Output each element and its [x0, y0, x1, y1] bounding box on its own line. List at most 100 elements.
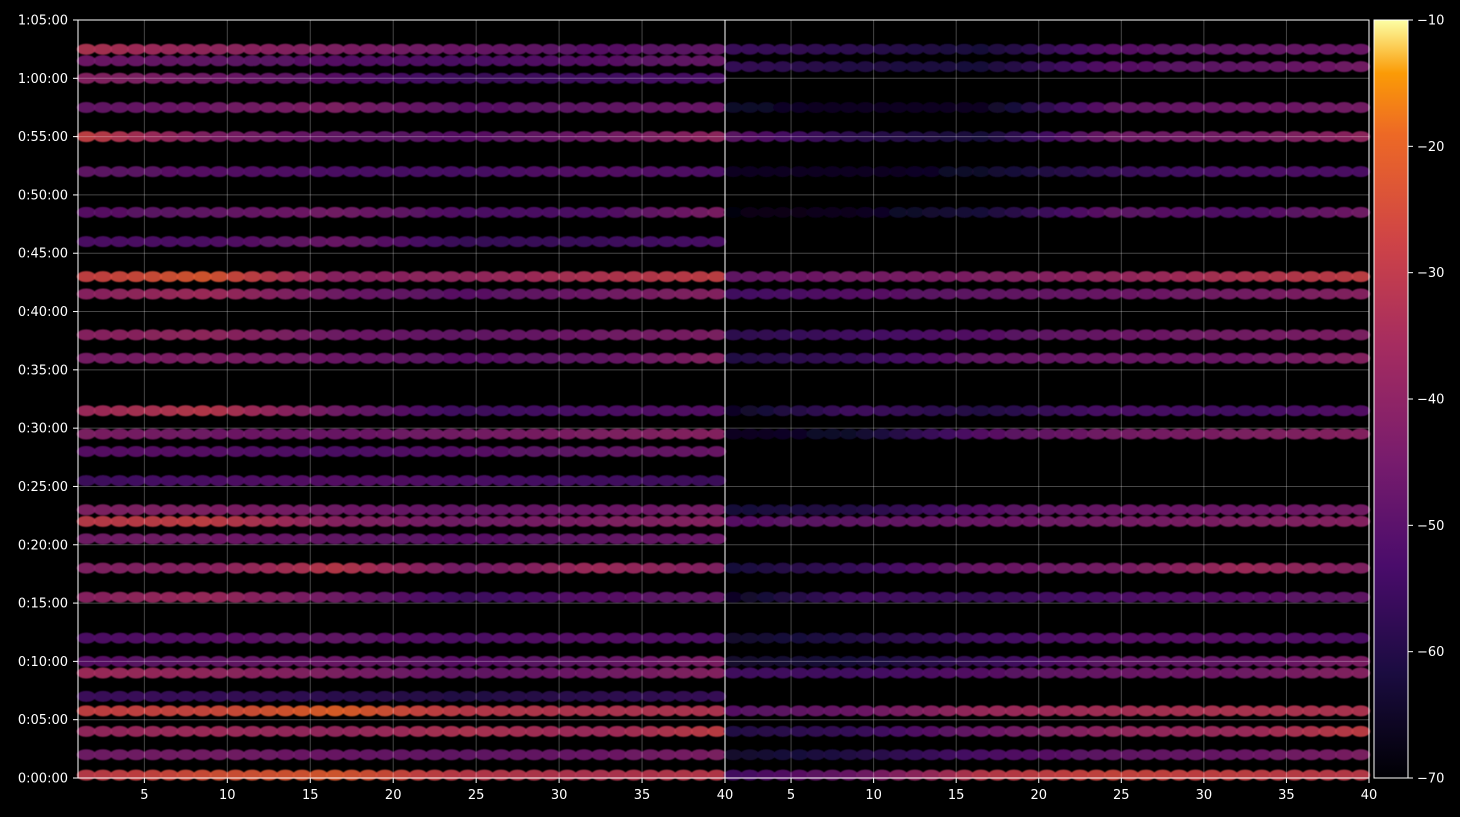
heatmap-cell — [1087, 749, 1106, 761]
heatmap-cell — [954, 329, 974, 341]
heatmap-cell — [491, 446, 511, 457]
heatmap-cell — [458, 705, 478, 717]
heatmap-cell — [76, 288, 96, 300]
heatmap-cell — [624, 591, 644, 603]
heatmap-cell — [358, 352, 378, 364]
heatmap-cell — [756, 329, 776, 341]
heatmap-cell — [441, 705, 461, 717]
heatmap-cell — [773, 329, 793, 341]
heatmap-cell — [607, 591, 627, 603]
heatmap-cell — [789, 749, 809, 761]
heatmap-cell — [93, 591, 113, 603]
heatmap-cell — [888, 288, 908, 300]
heatmap-cell — [458, 43, 478, 55]
heatmap-cell — [921, 329, 941, 341]
heatmap-cell — [971, 562, 991, 574]
heatmap-cell — [474, 405, 494, 417]
heatmap-cell — [740, 705, 760, 717]
heatmap-cell — [76, 515, 96, 527]
heatmap-cell — [226, 405, 246, 417]
heatmap-cell — [110, 288, 129, 300]
heatmap-cell — [938, 329, 958, 341]
heatmap-cell — [756, 405, 776, 417]
heatmap-cell — [624, 446, 644, 457]
heatmap-cell — [358, 705, 378, 717]
heatmap-cell — [723, 769, 743, 781]
heatmap-cell — [392, 515, 411, 527]
heatmap-cell — [508, 591, 528, 603]
heatmap-cell — [1252, 515, 1272, 527]
heatmap-cell — [110, 102, 129, 113]
heatmap-cell — [226, 329, 246, 341]
heatmap-cell — [1301, 705, 1321, 717]
heatmap-cell — [971, 515, 991, 527]
heatmap-cell — [1103, 102, 1123, 113]
heatmap-cell — [674, 504, 693, 516]
heatmap-cell — [242, 55, 262, 67]
heatmap-cell — [988, 591, 1007, 603]
heatmap-cell — [1136, 562, 1156, 574]
heatmap-cell — [292, 749, 312, 761]
heatmap-cell — [988, 667, 1007, 679]
heatmap-cell — [1268, 515, 1288, 527]
heatmap-cell — [624, 206, 644, 218]
heatmap-cell — [806, 352, 826, 364]
heatmap-cell — [773, 405, 793, 417]
heatmap-cell — [76, 533, 96, 545]
heatmap-cell — [259, 667, 279, 679]
heatmap-cell — [690, 329, 710, 341]
heatmap-cell — [591, 428, 611, 440]
heatmap-cell — [1087, 504, 1106, 516]
heatmap-cell — [971, 271, 991, 283]
heatmap-cell — [1054, 405, 1073, 417]
heatmap-cell — [1268, 749, 1288, 761]
heatmap-cell — [1037, 667, 1057, 679]
heatmap-cell — [375, 667, 395, 679]
heatmap-cell — [1268, 352, 1288, 364]
heatmap-cell — [441, 271, 461, 283]
heatmap-cell — [657, 405, 677, 417]
heatmap-cell — [1004, 288, 1024, 300]
heatmap-cell — [226, 166, 246, 178]
heatmap-cell — [855, 166, 875, 178]
heatmap-cell — [1103, 329, 1123, 341]
heatmap-cell — [1120, 562, 1140, 574]
heatmap-cell — [474, 632, 494, 644]
heatmap-cell — [192, 405, 212, 417]
heatmap-cell — [1301, 591, 1321, 603]
heatmap-cell — [375, 271, 395, 283]
heatmap-cell — [607, 166, 627, 178]
heatmap-cell — [657, 55, 677, 67]
heatmap-cell — [358, 562, 378, 574]
heatmap-cell — [574, 236, 594, 248]
heatmap-cell — [325, 405, 345, 417]
heatmap-cell — [988, 405, 1007, 417]
heatmap-cell — [773, 749, 793, 761]
y-tick-label: 1:05:00 — [18, 14, 68, 29]
heatmap-cell — [971, 352, 991, 364]
heatmap-cell — [110, 236, 129, 248]
heatmap-cell — [1037, 405, 1057, 417]
heatmap-cell — [888, 329, 908, 341]
heatmap-cell — [143, 632, 163, 644]
heatmap-cell — [541, 405, 561, 417]
heatmap-cell — [192, 475, 212, 487]
heatmap-cell — [789, 725, 809, 737]
heatmap-cell — [1219, 288, 1239, 300]
heatmap-cell — [1103, 667, 1123, 679]
heatmap-cell — [209, 166, 229, 178]
heatmap-cell — [126, 591, 146, 603]
heatmap-cell — [275, 329, 295, 341]
heatmap-cell — [789, 428, 809, 440]
heatmap-cell — [1318, 515, 1338, 527]
heatmap-cell — [226, 515, 246, 527]
heatmap-cell — [126, 405, 146, 417]
heatmap-cell — [242, 515, 262, 527]
heatmap-cell — [872, 562, 892, 574]
heatmap-cell — [690, 725, 710, 737]
heatmap-cell — [309, 102, 329, 113]
heatmap-cell — [76, 55, 96, 67]
heatmap-cell — [342, 749, 362, 761]
heatmap-cell — [309, 475, 329, 487]
heatmap-cell — [1219, 405, 1239, 417]
